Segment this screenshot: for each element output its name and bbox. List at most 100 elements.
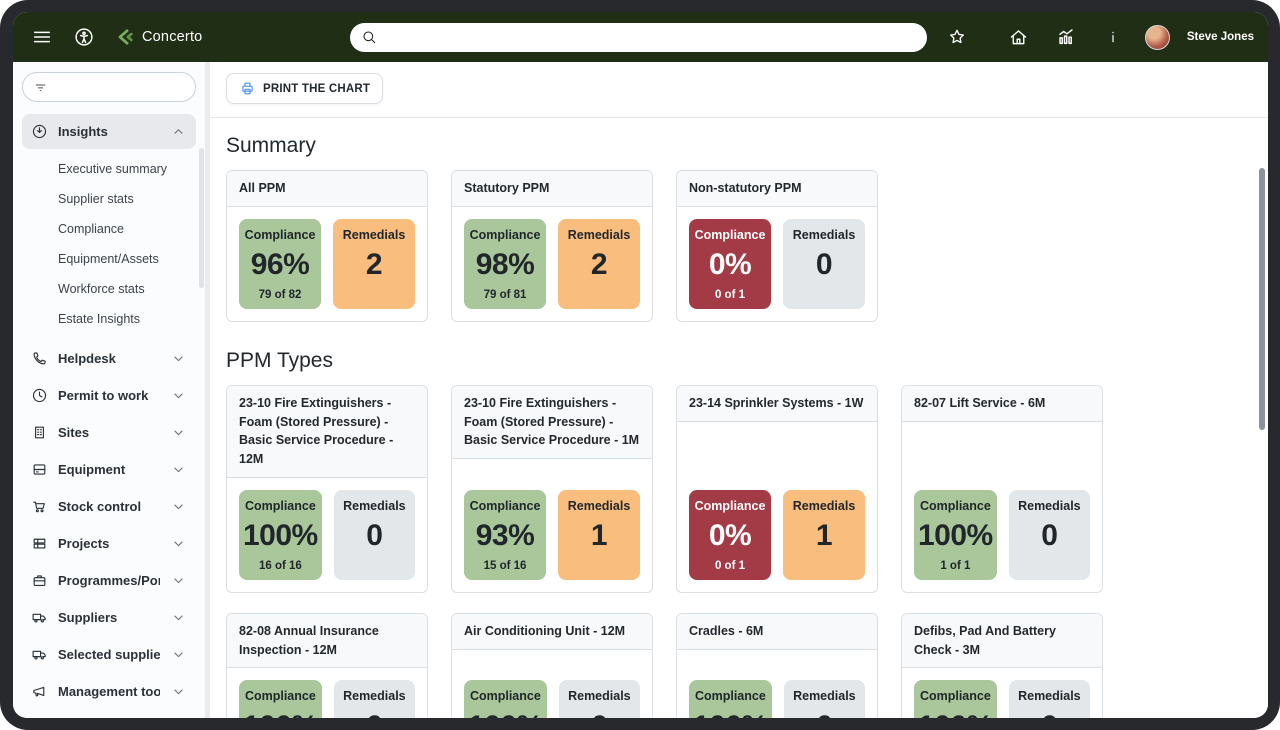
sidebar-item-helpdesk[interactable]: Helpdesk (22, 341, 196, 376)
sidebar-item-stock-control[interactable]: Stock control (22, 489, 196, 524)
card-body: Compliance100%3 of 3Remedials0 (452, 668, 652, 718)
compliance-tile: Compliance100%1 of 1 (914, 680, 997, 718)
chevron-down-icon (170, 498, 187, 515)
hamburger-icon (31, 26, 53, 48)
sidebar-item-insights[interactable]: Insights (22, 114, 196, 149)
tile-value: 93% (468, 513, 542, 560)
main-scrollbar-thumb[interactable] (1259, 168, 1265, 430)
remedials-tile: Remedials0 (334, 490, 415, 580)
tile-value: 0 (787, 242, 861, 289)
sidebar-subitem-workforce-stats[interactable]: Workforce stats (22, 274, 196, 304)
accessibility-button[interactable] (69, 22, 99, 52)
tile-value: 100% (918, 513, 993, 560)
card-title: Defibs, Pad And Battery Check - 3M (902, 614, 1102, 669)
chevron-down-icon (170, 683, 187, 700)
chevron-down-icon (170, 646, 187, 663)
chevron-down-icon (170, 350, 187, 367)
tile-label: Remedials (337, 228, 411, 242)
search-icon (361, 29, 377, 45)
tile-label: Compliance (468, 689, 543, 703)
sidebar-item-suppliers[interactable]: Suppliers (22, 600, 196, 635)
cart-icon (31, 498, 48, 515)
card-body: Compliance0%0 of 1Remedials0 (677, 207, 877, 321)
remedials-tile: Remedials0 (1009, 490, 1090, 580)
chevron-down-icon (170, 461, 187, 478)
sidebar-item-equipment[interactable]: Equipment (22, 452, 196, 487)
summary-card-all-ppm: All PPMCompliance96%79 of 82Remedials2 (226, 170, 428, 322)
grid-icon (31, 535, 48, 552)
tile-label: Compliance (468, 499, 542, 513)
tile-value: 0 (1013, 513, 1086, 560)
compliance-tile: Compliance100%16 of 16 (239, 490, 322, 580)
remedials-tile: Remedials0 (784, 680, 865, 718)
filter-icon (33, 80, 48, 95)
global-search-input[interactable] (385, 30, 916, 45)
tile-value: 2 (337, 242, 411, 289)
tile-sub-spacer (787, 560, 861, 574)
user-avatar[interactable] (1145, 25, 1170, 50)
favorites-button[interactable] (942, 22, 972, 52)
brand[interactable]: Concerto (115, 27, 202, 47)
tile-label: Remedials (787, 228, 861, 242)
tile-sub: 15 of 16 (468, 560, 542, 574)
tile-value: 100% (243, 703, 318, 718)
sidebar-item-label: Programmes/Portfolios (58, 573, 160, 588)
compliance-tile: Compliance100%1 of 1 (914, 490, 997, 580)
sidebar-subitem-executive-summary[interactable]: Executive summary (22, 154, 196, 184)
sidebar-subitem-estate-insights[interactable]: Estate Insights (22, 304, 196, 334)
home-icon (1008, 27, 1029, 48)
card-body: Compliance0%0 of 1Remedials1 (677, 478, 877, 592)
tile-label: Compliance (918, 499, 993, 513)
summary-title: Summary (226, 134, 1252, 158)
tile-value: 0 (788, 703, 861, 718)
card-title: 23-10 Fire Extinguishers - Foam (Stored … (452, 386, 652, 459)
sidebar-scrollbar-thumb[interactable] (199, 148, 204, 288)
ppm-card-23-10-fire-extinguishers-foam-stored-pre: 23-10 Fire Extinguishers - Foam (Stored … (451, 385, 653, 593)
sidebar-item-programmes-portfolios[interactable]: Programmes/Portfolios (22, 563, 196, 598)
printer-icon (239, 80, 256, 97)
star-icon (947, 27, 967, 47)
sidebar-item-selected-supplier[interactable]: Selected supplier (22, 637, 196, 672)
sidebar-item-management-tools[interactable]: Management tools (22, 674, 196, 709)
insights-chart-button[interactable] (1051, 22, 1081, 52)
sidebar-item-label: Stock control (58, 499, 160, 514)
tile-label: Compliance (693, 228, 767, 242)
tile-value: 96% (243, 242, 317, 289)
tile-label: Compliance (243, 228, 317, 242)
building-icon (31, 424, 48, 441)
sidebar-item-permit-to-work[interactable]: Permit to work (22, 378, 196, 413)
sidebar-item-sites[interactable]: Sites (22, 415, 196, 450)
card-body: Compliance100%16 of 16Remedials0 (227, 478, 427, 592)
menu-button[interactable] (27, 22, 57, 52)
print-chart-button[interactable]: PRINT THE CHART (226, 73, 383, 104)
ppm-card-23-14-sprinkler-systems-1w: 23-14 Sprinkler Systems - 1WCompliance0%… (676, 385, 878, 593)
sidebar-subitem-supplier-stats[interactable]: Supplier stats (22, 184, 196, 214)
tile-label: Compliance (918, 689, 993, 703)
sidebar-item-label: Management tools (58, 684, 160, 699)
bar-chart-icon (1055, 26, 1077, 48)
brand-name: Concerto (142, 29, 202, 45)
tile-label: Remedials (563, 689, 636, 703)
info-button[interactable] (1098, 22, 1128, 52)
device-icon (31, 461, 48, 478)
tile-label: Remedials (562, 499, 636, 513)
ppm-card-82-07-lift-service-6m: 82-07 Lift Service - 6MCompliance100%1 o… (901, 385, 1103, 593)
home-button[interactable] (1004, 22, 1034, 52)
sidebar-item-label: Suppliers (58, 610, 160, 625)
card-title: Statutory PPM (452, 171, 652, 207)
sidebar-subitem-compliance[interactable]: Compliance (22, 214, 196, 244)
tile-value: 100% (243, 513, 318, 560)
remedials-tile: Remedials1 (783, 490, 865, 580)
tile-label: Compliance (693, 689, 768, 703)
info-icon (1104, 28, 1122, 46)
remedials-tile: Remedials0 (334, 680, 415, 718)
chevron-down-icon (170, 424, 187, 441)
card-body: Compliance98%79 of 81Remedials2 (452, 207, 652, 321)
card-title: 82-08 Annual Insurance Inspection - 12M (227, 614, 427, 669)
sidebar-subitem-equipment-assets[interactable]: Equipment/Assets (22, 244, 196, 274)
tile-label: Compliance (243, 499, 318, 513)
tile-label: Remedials (787, 499, 861, 513)
sidebar-item-projects[interactable]: Projects (22, 526, 196, 561)
sidebar-filter-input[interactable] (54, 80, 209, 94)
tile-label: Remedials (338, 689, 411, 703)
